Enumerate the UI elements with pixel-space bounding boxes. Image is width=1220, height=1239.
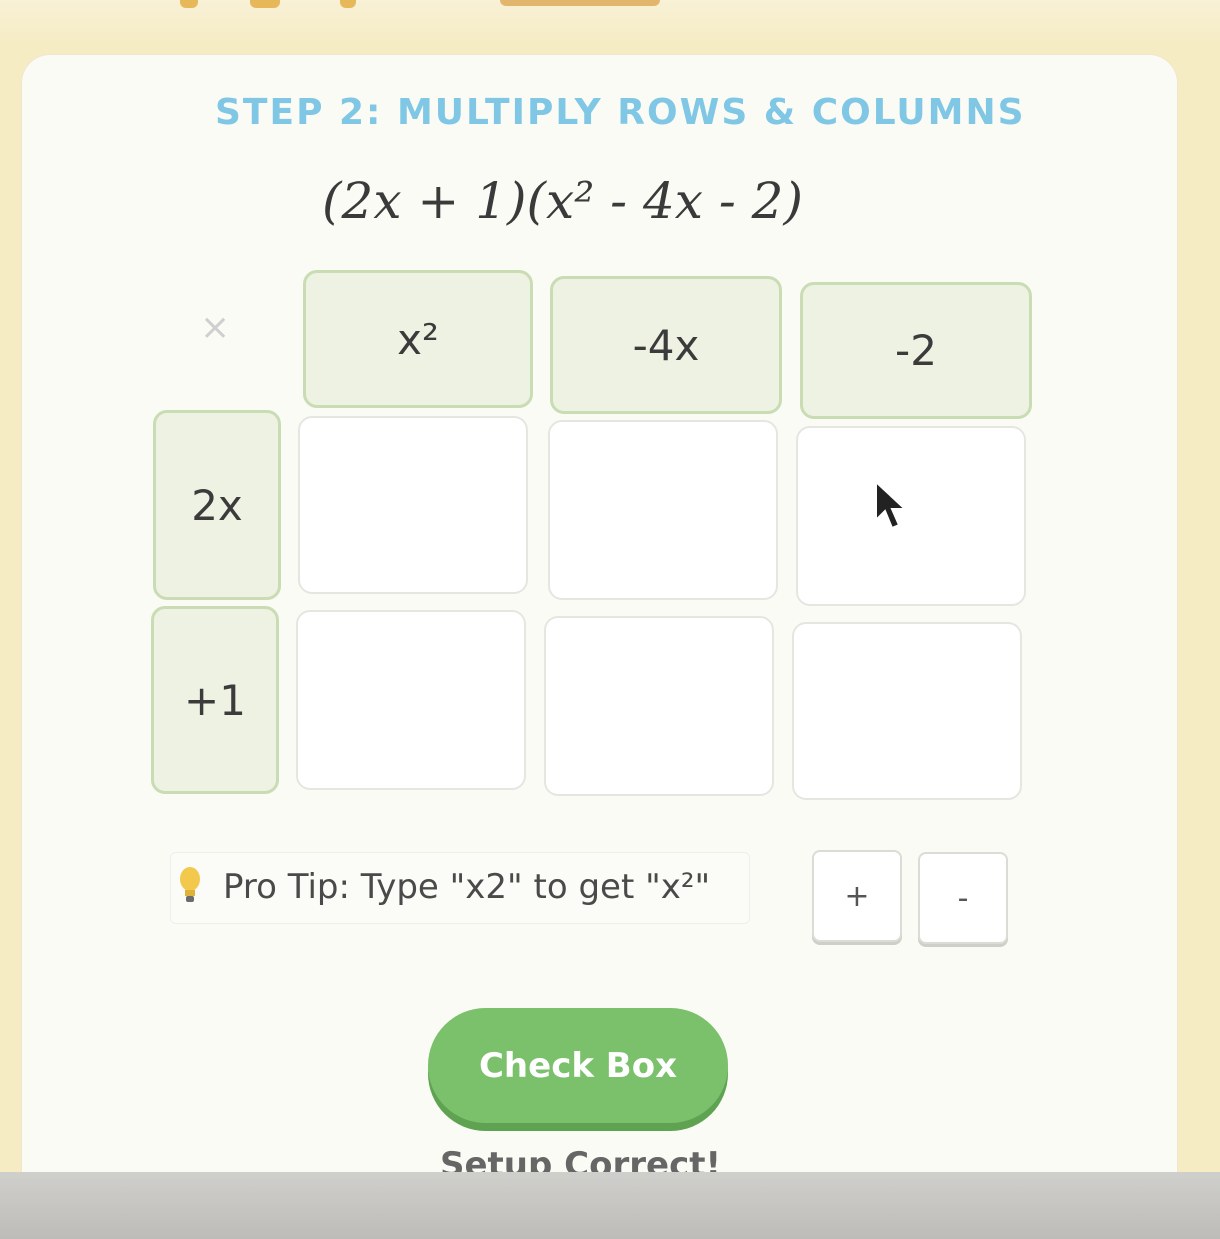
product-cell-r2-c3[interactable]: [792, 622, 1022, 800]
check-box-button[interactable]: Check Box: [428, 1008, 728, 1123]
banner-decoration: [340, 0, 356, 8]
column-header-minus2: -2: [800, 282, 1032, 419]
product-cell-r2-c1[interactable]: [296, 610, 526, 790]
product-cell-r1-c2[interactable]: [548, 420, 778, 600]
plus-button[interactable]: +: [812, 850, 902, 942]
minus-button[interactable]: -: [918, 852, 1008, 944]
lightbulb-icon: [180, 867, 200, 902]
banner-decoration: [500, 0, 660, 6]
row-header-2x: 2x: [153, 410, 281, 600]
pro-tip-text: Pro Tip: Type "x2" to get "x²": [223, 867, 711, 907]
equation: (2x + 1)(x² - 4x - 2): [322, 172, 803, 230]
row-header-plus1: +1: [151, 606, 279, 794]
mouse-cursor-icon: [875, 480, 908, 530]
column-header-minus4x: -4x: [550, 276, 782, 414]
product-cell-r1-c1[interactable]: [298, 416, 528, 594]
bottom-edge: [0, 1172, 1220, 1239]
step-title: STEP 2: MULTIPLY ROWS & COLUMNS: [215, 92, 1026, 133]
multiply-corner-symbol: ×: [200, 307, 231, 348]
pro-tip-box: Pro Tip: Type "x2" to get "x²": [170, 852, 750, 924]
banner-decoration: [250, 0, 280, 8]
product-cell-r2-c2[interactable]: [544, 616, 774, 796]
column-header-x2: x²: [303, 270, 533, 408]
product-cell-r1-c3[interactable]: [796, 426, 1026, 606]
banner-decoration: [180, 0, 198, 8]
top-banner-strip: [0, 0, 1220, 40]
